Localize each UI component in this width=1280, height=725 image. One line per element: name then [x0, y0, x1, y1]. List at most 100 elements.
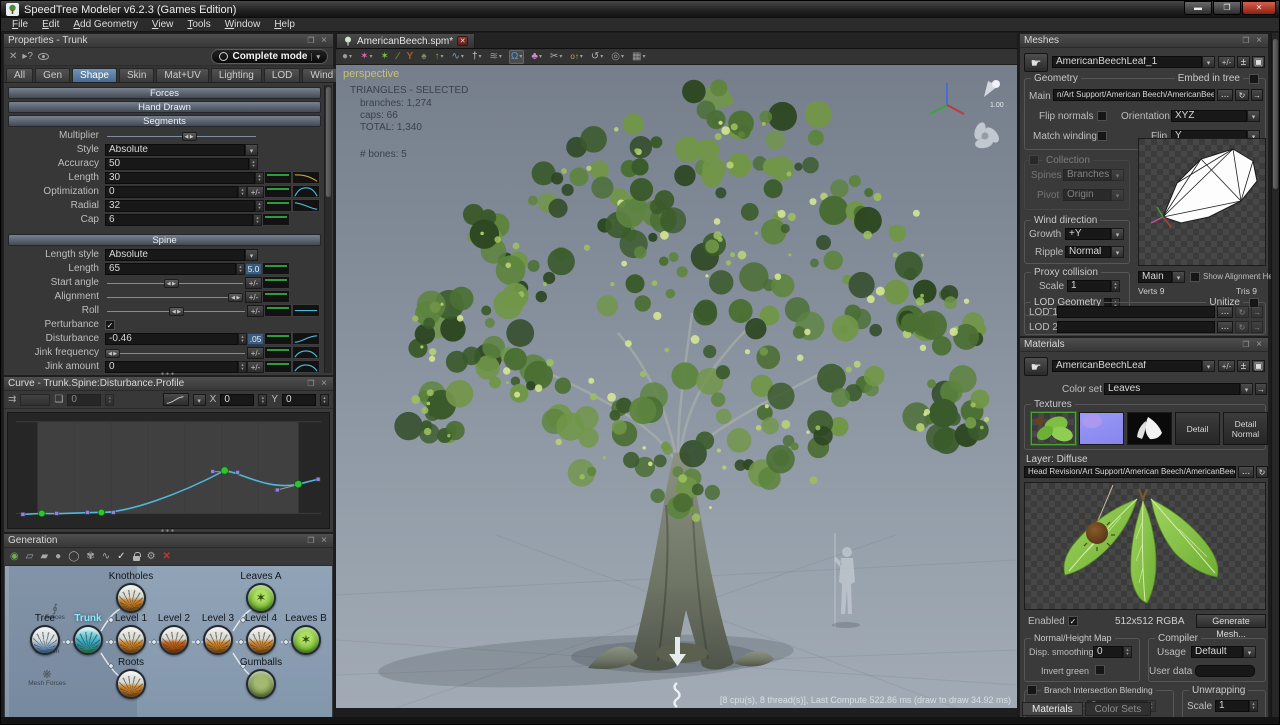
undo-icon[interactable]: ↺▾: [590, 51, 604, 63]
collection-checkbox[interactable]: [1029, 155, 1039, 165]
jink-frequency-slider[interactable]: [105, 347, 247, 359]
tab-materials[interactable]: Materials: [1022, 702, 1083, 716]
node-roots[interactable]: Roots: [116, 669, 146, 699]
float-panel-icon[interactable]: [306, 536, 316, 545]
ripple-dropdown[interactable]: Normal: [1065, 246, 1111, 258]
tab-all[interactable]: All: [6, 68, 33, 82]
lod2-path[interactable]: [1057, 321, 1215, 333]
plusminus-button[interactable]: [245, 277, 262, 289]
spinner[interactable]: [1123, 646, 1132, 658]
close-panel-icon[interactable]: [1254, 35, 1264, 46]
branch-tool-icon[interactable]: Y: [406, 51, 415, 63]
roll-slider[interactable]: [105, 305, 247, 317]
node-trunk[interactable]: Trunk: [73, 625, 103, 655]
plusminus-button[interactable]: [247, 361, 264, 373]
detail-normal-texture-button[interactable]: Detail Normal: [1223, 412, 1268, 445]
color-set-dropdown[interactable]: Leaves: [1104, 383, 1240, 395]
section-spine[interactable]: Spine: [8, 234, 321, 246]
spline-tool-icon[interactable]: ∿▾: [451, 51, 465, 63]
flip-normals-checkbox[interactable]: [1097, 111, 1107, 121]
refresh-icon[interactable]: [1235, 321, 1249, 333]
copy-material-button[interactable]: ▣: [1252, 360, 1265, 372]
menu-add-geometry[interactable]: Add Geometry: [66, 19, 144, 30]
variance-thumb[interactable]: [262, 213, 290, 226]
growth-dropdown[interactable]: +Y: [1065, 228, 1111, 240]
viewport-3d[interactable]: perspective TRIANGLES - SELECTED branche…: [336, 65, 1017, 708]
pivot-dropdown[interactable]: Origin: [1063, 189, 1111, 201]
chevron-down-icon[interactable]: [1243, 646, 1256, 658]
spinner[interactable]: [255, 172, 264, 184]
chevron-down-icon[interactable]: [1111, 228, 1124, 240]
chevron-down-icon[interactable]: [1202, 56, 1215, 68]
plusminus-button[interactable]: [1218, 360, 1235, 372]
curve-preset-dropdown[interactable]: [20, 394, 50, 406]
variance-thumb[interactable]: [264, 346, 292, 359]
chevron-down-icon[interactable]: [1172, 271, 1185, 283]
curve-type-dropdown[interactable]: [163, 393, 189, 406]
curve-steps-input[interactable]: 0: [67, 394, 101, 406]
frond-tool-icon[interactable]: ∕: [396, 51, 400, 63]
chevron-down-icon[interactable]: [245, 144, 258, 156]
perturbance-checkbox[interactable]: [105, 320, 115, 330]
start-angle-slider[interactable]: [105, 277, 245, 289]
gear-icon[interactable]: ⚙: [147, 551, 156, 562]
chevron-down-icon[interactable]: [1247, 110, 1260, 122]
length-input[interactable]: 30: [105, 172, 255, 184]
browse-button[interactable]: [1217, 321, 1233, 333]
sphere-view-icon[interactable]: ◎▾: [610, 51, 625, 63]
embed-in-tree-checkbox[interactable]: [1249, 74, 1259, 84]
node-tree[interactable]: Tree: [30, 625, 60, 655]
bone-tool-icon[interactable]: †▾: [471, 51, 483, 63]
plusminus-button[interactable]: [247, 347, 264, 359]
node-leaves-b[interactable]: Leaves B: [291, 625, 321, 655]
enabled-checkbox[interactable]: [1068, 616, 1078, 626]
tab-gen[interactable]: Gen: [35, 68, 70, 82]
close-panel-icon[interactable]: [319, 378, 329, 389]
cut-tool-icon[interactable]: ✂▾: [549, 51, 563, 63]
chevron-down-icon[interactable]: [1111, 189, 1124, 201]
export-icon[interactable]: [1251, 89, 1263, 101]
main-mesh-path[interactable]: n/Art Support/American Beech/AmericanBee…: [1053, 89, 1215, 101]
menu-edit[interactable]: Edit: [35, 19, 66, 30]
unwrap-scale-input[interactable]: 1: [1215, 700, 1249, 712]
refresh-icon[interactable]: [1235, 89, 1249, 101]
curve-thumb[interactable]: [292, 185, 320, 198]
node-knotholes[interactable]: Knotholes: [116, 583, 146, 613]
diffuse-texture-thumb[interactable]: [1031, 412, 1076, 445]
section-hand-drawn[interactable]: Hand Drawn: [8, 101, 321, 113]
multiplier-slider[interactable]: [105, 130, 258, 142]
properties-scrollbar[interactable]: [324, 85, 332, 373]
usage-dropdown[interactable]: Default: [1191, 646, 1243, 658]
alpha-texture-thumb[interactable]: [1127, 412, 1172, 445]
curve-canvas[interactable]: [7, 412, 330, 529]
spines-dropdown[interactable]: Branches: [1063, 169, 1111, 181]
spinner[interactable]: [320, 394, 329, 406]
length-style-dropdown[interactable]: Absolute: [105, 249, 245, 261]
variance-thumb[interactable]: [264, 332, 292, 345]
browse-button[interactable]: [1217, 306, 1233, 318]
document-tab[interactable]: AmericanBeech.spm* ✕: [336, 33, 475, 48]
export-icon[interactable]: [1251, 306, 1263, 318]
group-icon[interactable]: ▱: [26, 551, 34, 562]
branch-blending-checkbox[interactable]: [1027, 685, 1037, 695]
disturbance-input[interactable]: -0.46: [105, 333, 238, 345]
plusminus-button[interactable]: [247, 186, 264, 198]
spinner[interactable]: [105, 394, 114, 406]
generation-graph[interactable]: ∮Forces ◌Collision ❋Mesh Forces: [5, 566, 332, 717]
tree-display-icon[interactable]: ♣▾: [530, 51, 543, 63]
eye-icon[interactable]: [38, 53, 49, 60]
alignment-slider[interactable]: [105, 291, 245, 303]
generate-mesh-button[interactable]: Generate Mesh...: [1196, 614, 1266, 628]
tab-color-sets[interactable]: Color Sets: [1085, 702, 1152, 716]
maximize-button[interactable]: ❐: [1213, 1, 1241, 15]
node-level1[interactable]: Level 1: [116, 625, 146, 655]
accuracy-input[interactable]: 50: [105, 158, 249, 170]
ungroup-icon[interactable]: ▰: [40, 551, 48, 562]
tab-matuv[interactable]: Mat+UV: [156, 68, 208, 82]
variance-thumb[interactable]: [264, 360, 292, 373]
invert-green-checkbox[interactable]: [1095, 665, 1105, 675]
orientation-dropdown[interactable]: XYZ: [1171, 110, 1247, 122]
chevron-down-icon[interactable]: [193, 394, 206, 406]
menu-file[interactable]: File: [5, 19, 35, 30]
camera-label[interactable]: perspective: [343, 68, 399, 80]
